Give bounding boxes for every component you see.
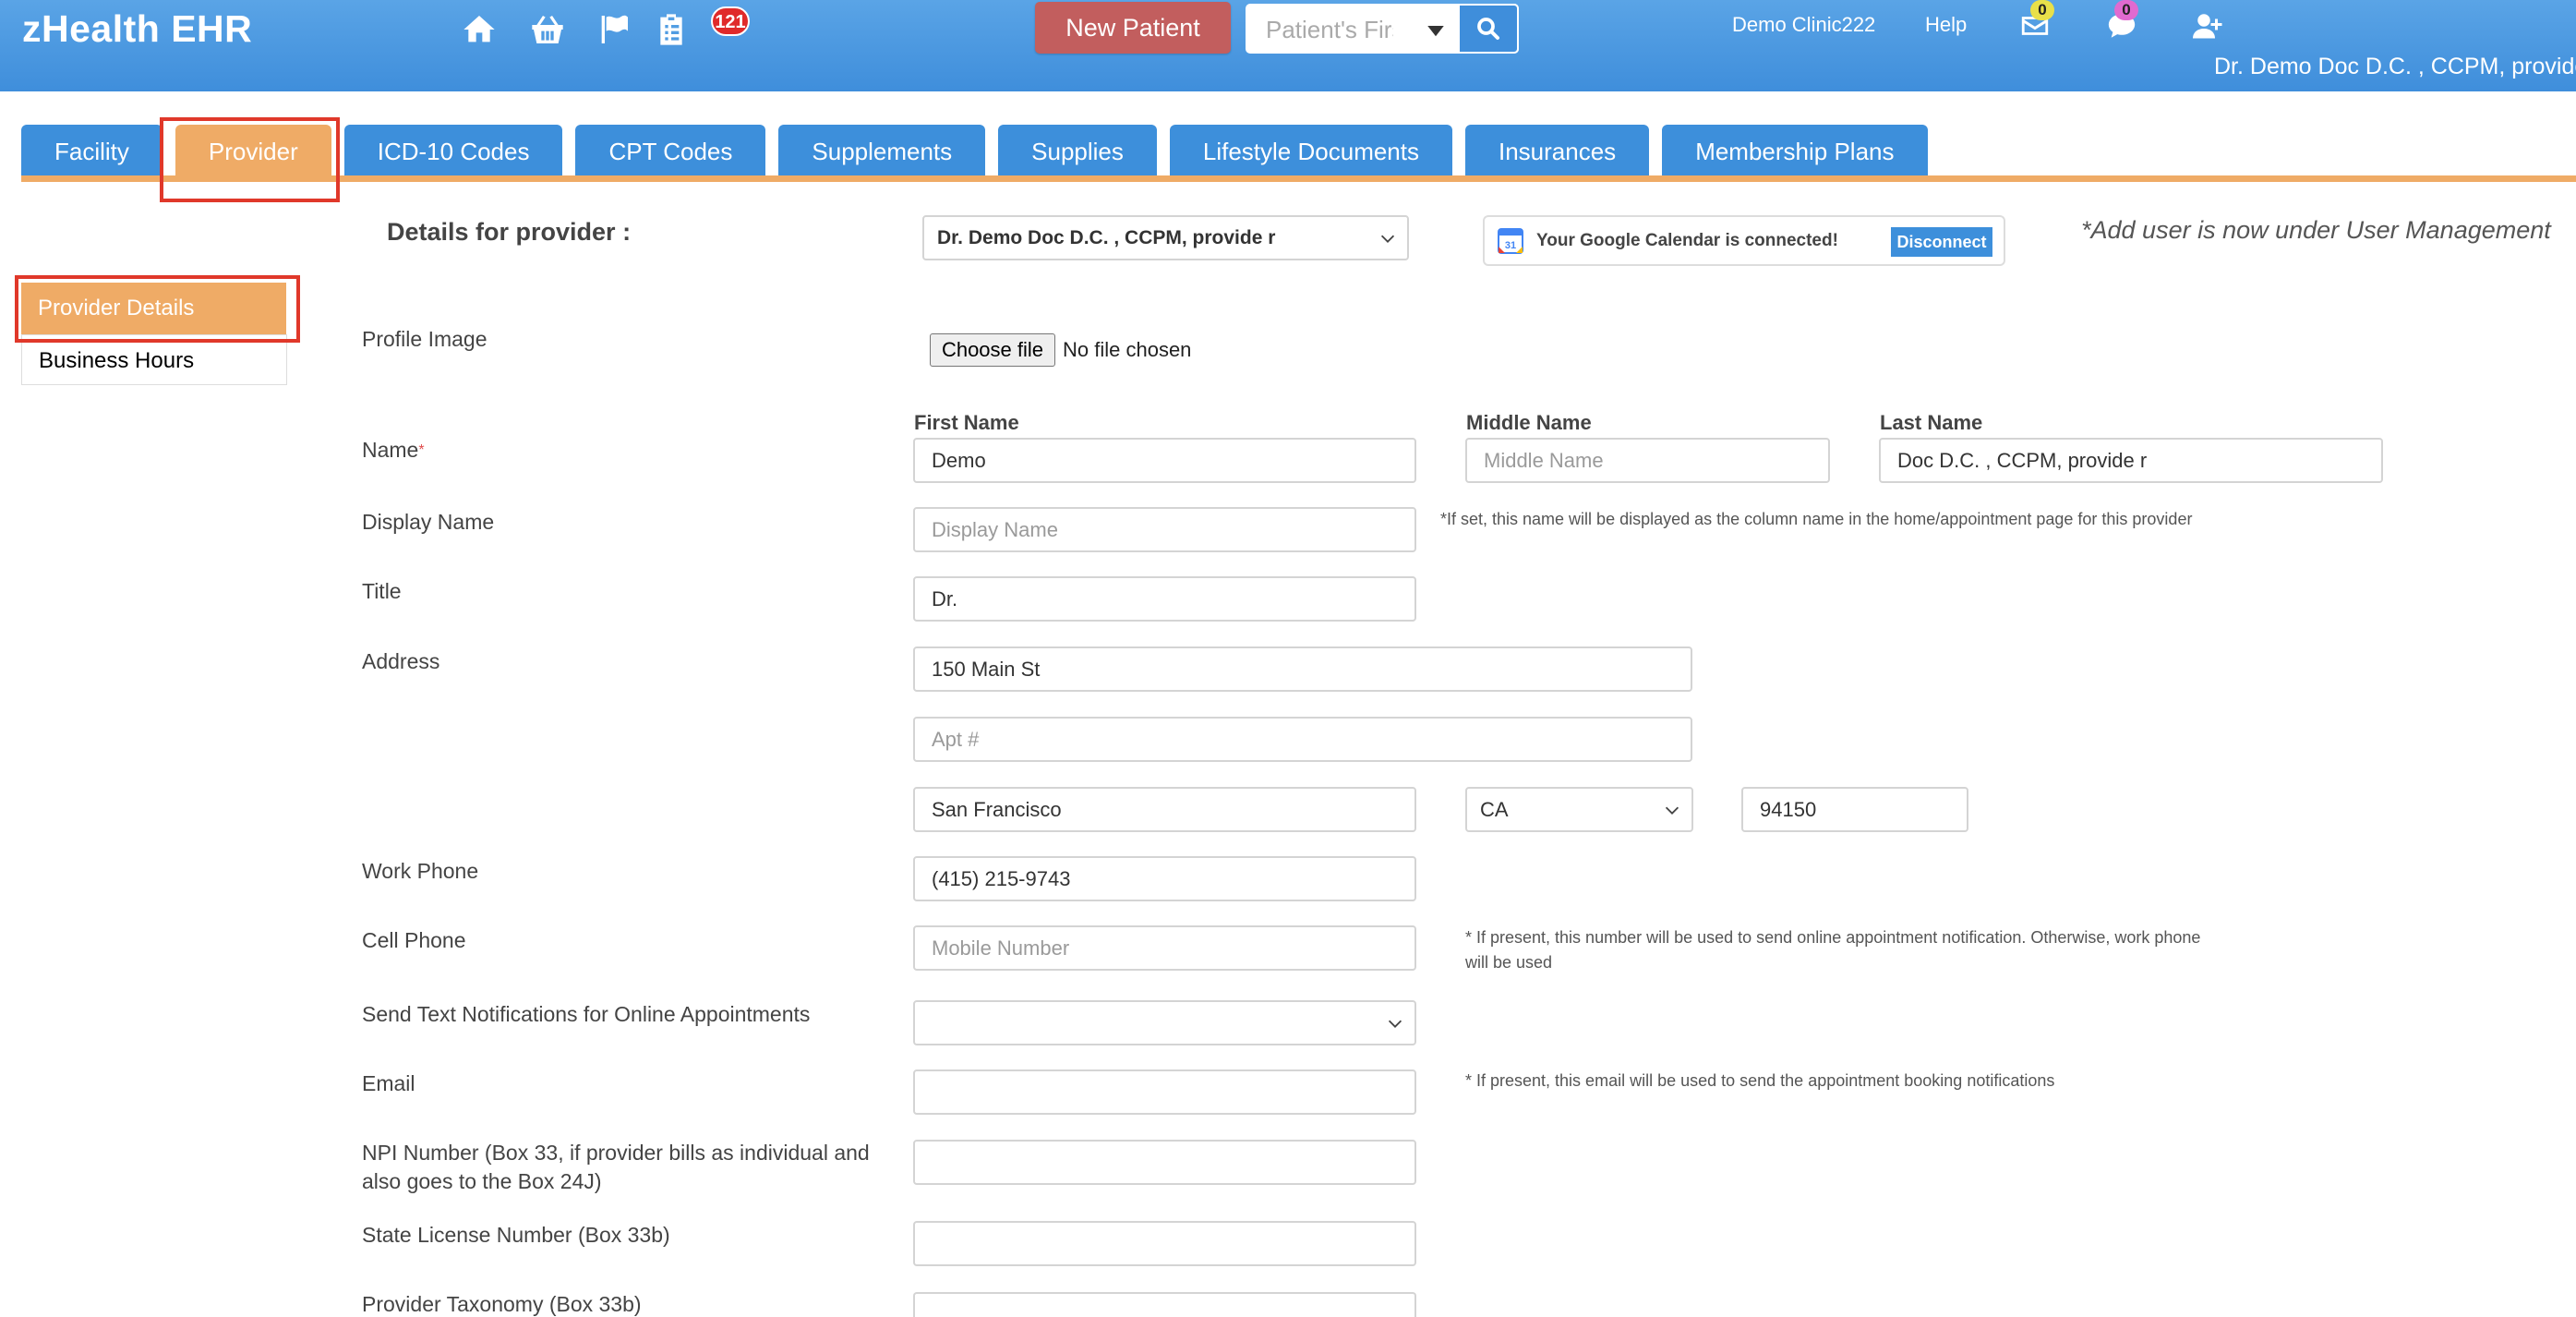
tab-cpt-codes[interactable]: CPT Codes [575,125,766,178]
display-name-field[interactable] [913,507,1416,552]
address-label: Address [362,649,440,673]
provider-select[interactable]: Dr. Demo Doc D.C. , CCPM, provide r [922,215,1409,260]
work-phone-field[interactable] [913,856,1416,901]
provider-select-value: Dr. Demo Doc D.C. , CCPM, provide r [937,227,1276,248]
mail-count-badge: 0 [2030,0,2054,20]
search-icon [1477,18,1499,40]
add-user-icon[interactable] [2186,6,2227,46]
provider-taxonomy-label: Provider Taxonomy (Box 33b) [362,1292,642,1316]
last-name-field[interactable] [1879,438,2383,483]
provider-taxonomy-field[interactable] [913,1292,1416,1317]
file-status-text: No file chosen [1063,338,1192,361]
display-name-label: Display Name [362,510,495,534]
address-line1-field[interactable] [913,646,1692,692]
patient-search-input[interactable] [1255,11,1393,48]
city-field[interactable] [913,787,1416,832]
tab-supplements[interactable]: Supplements [778,125,986,178]
tab-facility[interactable]: Facility [21,125,163,178]
npi-label-line2: also goes to the Box 24J) [362,1169,602,1193]
patient-search [1246,4,1519,54]
tab-lifestyle-documents[interactable]: Lifestyle Documents [1169,125,1452,178]
middle-name-field[interactable] [1465,438,1830,483]
send-text-notifications-select[interactable] [913,1000,1416,1045]
search-type-dropdown-icon[interactable] [1421,17,1451,44]
name-label-text: Name [362,438,419,462]
flag-icon[interactable] [594,9,634,50]
cell-phone-note: * If present, this number will be used t… [1465,925,2200,975]
first-name-header: First Name [914,411,1019,434]
google-calendar-text: Your Google Calendar is connected! [1536,231,1838,250]
add-user-note: *Add user is now under User Management [2081,216,2551,244]
npi-field[interactable] [913,1140,1416,1185]
name-label: Name* [362,436,425,465]
provider-details-highlight [15,275,300,343]
zip-field[interactable] [1741,787,1968,832]
state-select[interactable]: CA [1465,787,1693,832]
cell-phone-field[interactable] [913,925,1416,971]
help-link[interactable]: Help [1925,13,1967,37]
top-header: zHealth EHR 121 New Patient Demo Clinic2… [0,0,2576,91]
first-name-field[interactable] [913,438,1416,483]
svg-text:31: 31 [1505,240,1516,251]
chat-count-badge: 0 [2114,0,2138,20]
email-label: Email [362,1071,415,1095]
email-field[interactable] [913,1069,1416,1115]
tab-supplies[interactable]: Supplies [998,125,1157,178]
clipboard-icon[interactable] [651,9,692,50]
state-license-field[interactable] [913,1221,1416,1266]
google-calendar-icon: 31 [1498,228,1523,254]
state-license-label: State License Number (Box 33b) [362,1223,670,1247]
tab-icd-10-codes[interactable]: ICD-10 Codes [343,125,563,178]
npi-label: NPI Number (Box 33, if provider bills as… [362,1139,870,1196]
send-text-notifications-label: Send Text Notifications for Online Appoi… [362,1002,811,1026]
tab-insurances[interactable]: Insurances [1465,125,1650,178]
home-icon[interactable] [459,9,500,50]
npi-label-line1: NPI Number (Box 33, if provider bills as… [362,1141,870,1165]
email-note: * If present, this email will be used to… [1465,1071,2055,1090]
disconnect-button[interactable]: Disconnect [1891,227,1992,257]
choose-file-button[interactable]: Choose file [930,333,1055,367]
basket-icon[interactable] [527,9,568,50]
clinic-link[interactable]: Demo Clinic222 [1732,13,1875,37]
tasks-count-badge[interactable]: 121 [711,6,750,36]
search-button[interactable] [1458,4,1519,54]
cell-phone-label: Cell Phone [362,928,466,952]
tab-membership-plans[interactable]: Membership Plans [1662,125,1928,178]
address-line2-field[interactable] [913,717,1692,762]
display-name-note: *If set, this name will be displayed as … [1440,510,2193,528]
google-calendar-status: 31 Your Google Calendar is connected! Di… [1483,215,2005,266]
middle-name-header: Middle Name [1466,411,1592,434]
logged-in-provider[interactable]: Dr. Demo Doc D.C. , CCPM, provide r [2214,54,2576,80]
provider-tab-highlight [160,117,340,202]
state-select-value: CA [1480,798,1509,821]
title-label: Title [362,579,402,603]
cell-phone-note-line2: will be used [1465,953,1553,972]
required-marker: * [418,442,425,458]
chevron-down-icon [1388,1020,1402,1028]
details-for-provider-label: Details for provider : [387,218,632,246]
cell-phone-note-line1: * If present, this number will be used t… [1465,928,2201,947]
tabs-underline [21,175,2576,182]
profile-image-label: Profile Image [362,327,488,351]
app-logo[interactable]: zHealth EHR [22,7,252,51]
chevron-down-icon [1665,806,1679,815]
title-field[interactable] [913,576,1416,622]
last-name-header: Last Name [1880,411,1983,434]
chevron-down-icon [1380,235,1395,243]
new-patient-button[interactable]: New Patient [1035,2,1231,54]
work-phone-label: Work Phone [362,859,479,883]
